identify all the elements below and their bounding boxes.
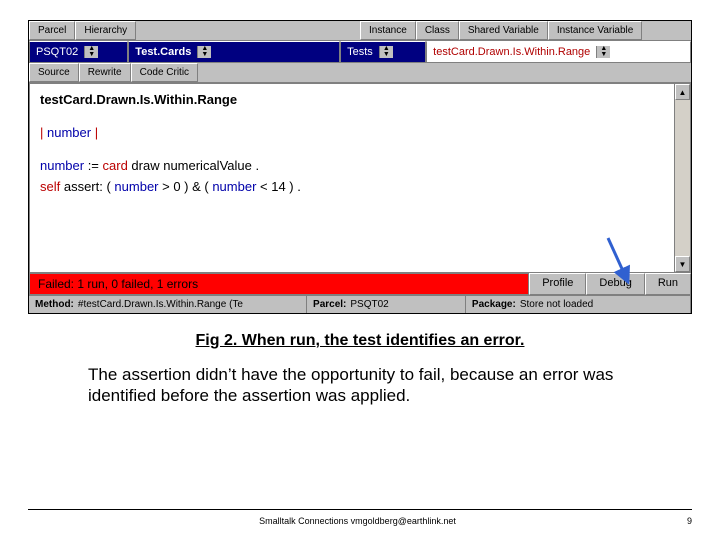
footer-method: Method:#testCard.Drawn.Is.Within.Range (…	[29, 296, 307, 313]
pane-package-value: PSQT02	[30, 44, 84, 60]
run-button[interactable]: Run	[645, 273, 691, 295]
tab-instance[interactable]: Instance	[360, 21, 416, 40]
run-button-group: Profile Debug Run	[529, 273, 691, 295]
scroll-up-icon[interactable]: ▲	[675, 84, 690, 100]
footer-bar: Method:#testCard.Drawn.Is.Within.Range (…	[29, 295, 691, 313]
figure-caption: Fig 2. When run, the test identifies an …	[28, 332, 692, 350]
tabrow-right: Instance Class Shared Variable Instance …	[360, 21, 691, 41]
pane-class[interactable]: Test.Cards ▲▼	[128, 41, 340, 63]
selector-panes: PSQT02 ▲▼ Test.Cards ▲▼ Tests ▲▼ testCar…	[29, 41, 691, 63]
tab-sharedvar[interactable]: Shared Variable	[459, 21, 548, 40]
code-body: testCard.Drawn.Is.Within.Range | number …	[30, 84, 674, 272]
pane-class-menu[interactable]: ▲▼	[197, 46, 211, 58]
tabrow-code: Source Rewrite Code Critic	[29, 63, 691, 83]
code-line-2: number := card draw numericalValue .	[40, 158, 664, 173]
profile-button[interactable]: Profile	[529, 273, 586, 295]
tab-parcel[interactable]: Parcel	[29, 21, 75, 40]
code-scrollbar[interactable]: ▲ ▼	[674, 84, 690, 272]
tab-rewrite[interactable]: Rewrite	[79, 63, 131, 82]
pane-package[interactable]: PSQT02 ▲▼	[29, 41, 128, 63]
tabrow-left: Parcel Hierarchy	[29, 21, 360, 41]
code-editor[interactable]: testCard.Drawn.Is.Within.Range | number …	[29, 83, 691, 273]
pane-protocol[interactable]: Tests ▲▼	[340, 41, 426, 63]
pane-class-value: Test.Cards	[129, 44, 197, 60]
footer-package: Package:Store not loaded	[466, 296, 691, 313]
pane-protocol-value: Tests	[341, 44, 379, 60]
tab-codecritic[interactable]: Code Critic	[131, 63, 198, 82]
code-line-3: self assert: ( number > 0 ) & ( number <…	[40, 179, 664, 194]
tab-class[interactable]: Class	[416, 21, 459, 40]
body-paragraph: The assertion didn’t have the opportunit…	[88, 364, 674, 407]
pane-method-value: testCard.Drawn.Is.Within.Range	[427, 44, 596, 60]
status-row: Failed: 1 run, 0 failed, 1 errors Profil…	[29, 273, 691, 295]
tab-hierarchy[interactable]: Hierarchy	[75, 21, 136, 40]
debug-button[interactable]: Debug	[586, 273, 644, 295]
status-bar: Failed: 1 run, 0 failed, 1 errors	[29, 273, 529, 295]
credit-text: Smalltalk Connections vmgoldberg@earthli…	[259, 516, 456, 526]
page-number: 9	[687, 516, 692, 526]
footer-parcel: Parcel:PSQT02	[307, 296, 466, 313]
tab-instancevar[interactable]: Instance Variable	[548, 21, 643, 40]
scroll-track[interactable]	[675, 100, 690, 256]
scroll-down-icon[interactable]: ▼	[675, 256, 690, 272]
method-title: testCard.Drawn.Is.Within.Range	[40, 92, 664, 107]
pane-package-menu[interactable]: ▲▼	[84, 46, 98, 58]
pane-protocol-menu[interactable]: ▲▼	[379, 46, 393, 58]
page-footer: Smalltalk Connections vmgoldberg@earthli…	[28, 509, 692, 526]
pane-method[interactable]: testCard.Drawn.Is.Within.Range ▲▼	[426, 41, 691, 63]
pane-method-menu[interactable]: ▲▼	[596, 46, 610, 58]
ide-window: Parcel Hierarchy Instance Class Shared V…	[28, 20, 692, 314]
code-line-1: | number |	[40, 125, 664, 140]
tab-source[interactable]: Source	[29, 63, 79, 82]
